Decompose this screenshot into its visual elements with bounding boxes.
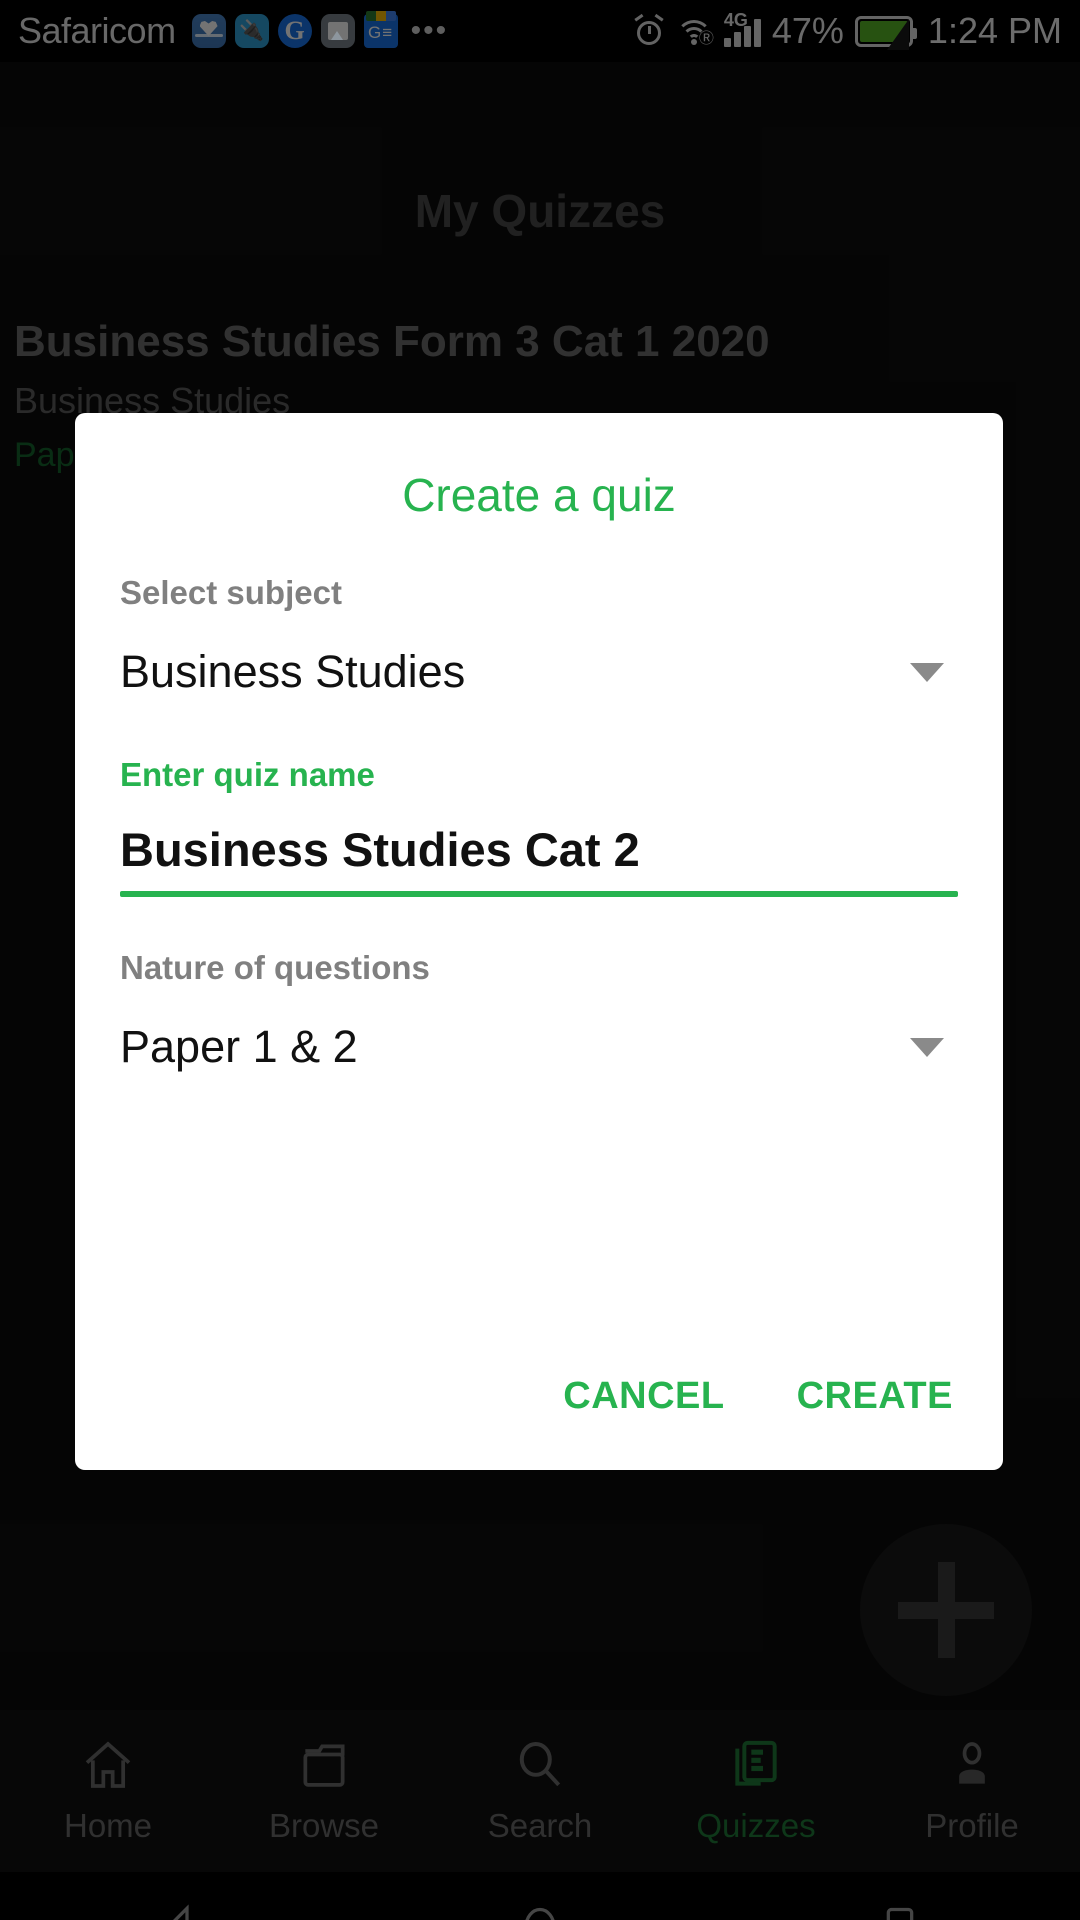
nature-of-questions-label: Nature of questions (120, 949, 430, 986)
dialog-title: Create a quiz (402, 469, 676, 521)
input-underline (120, 891, 958, 897)
quiz-name-input-value: Business Studies Cat 2 (120, 823, 640, 876)
create-quiz-dialog: Create a quiz Select subject Business St… (75, 413, 1003, 1470)
chevron-down-icon (910, 1037, 944, 1057)
subject-dropdown-value: Business Studies (120, 646, 466, 697)
select-subject-label: Select subject (120, 574, 342, 611)
subject-dropdown[interactable]: Business Studies (120, 646, 958, 704)
cancel-button[interactable]: CANCEL (563, 1375, 724, 1418)
quiz-name-input[interactable]: Business Studies Cat 2 (120, 822, 958, 897)
dialog-body: Select subject Business Studies Enter qu… (75, 574, 1003, 1079)
quiz-name-label: Enter quiz name (120, 756, 375, 793)
nature-dropdown[interactable]: Paper 1 & 2 (120, 1021, 958, 1079)
phone-screen: Safaricom ••• Ⓡ 4G 47% (0, 0, 1080, 1920)
nature-dropdown-value: Paper 1 & 2 (120, 1021, 358, 1072)
create-button[interactable]: CREATE (797, 1375, 953, 1418)
dialog-actions: CANCEL CREATE (75, 1375, 1003, 1470)
chevron-down-icon (910, 662, 944, 682)
